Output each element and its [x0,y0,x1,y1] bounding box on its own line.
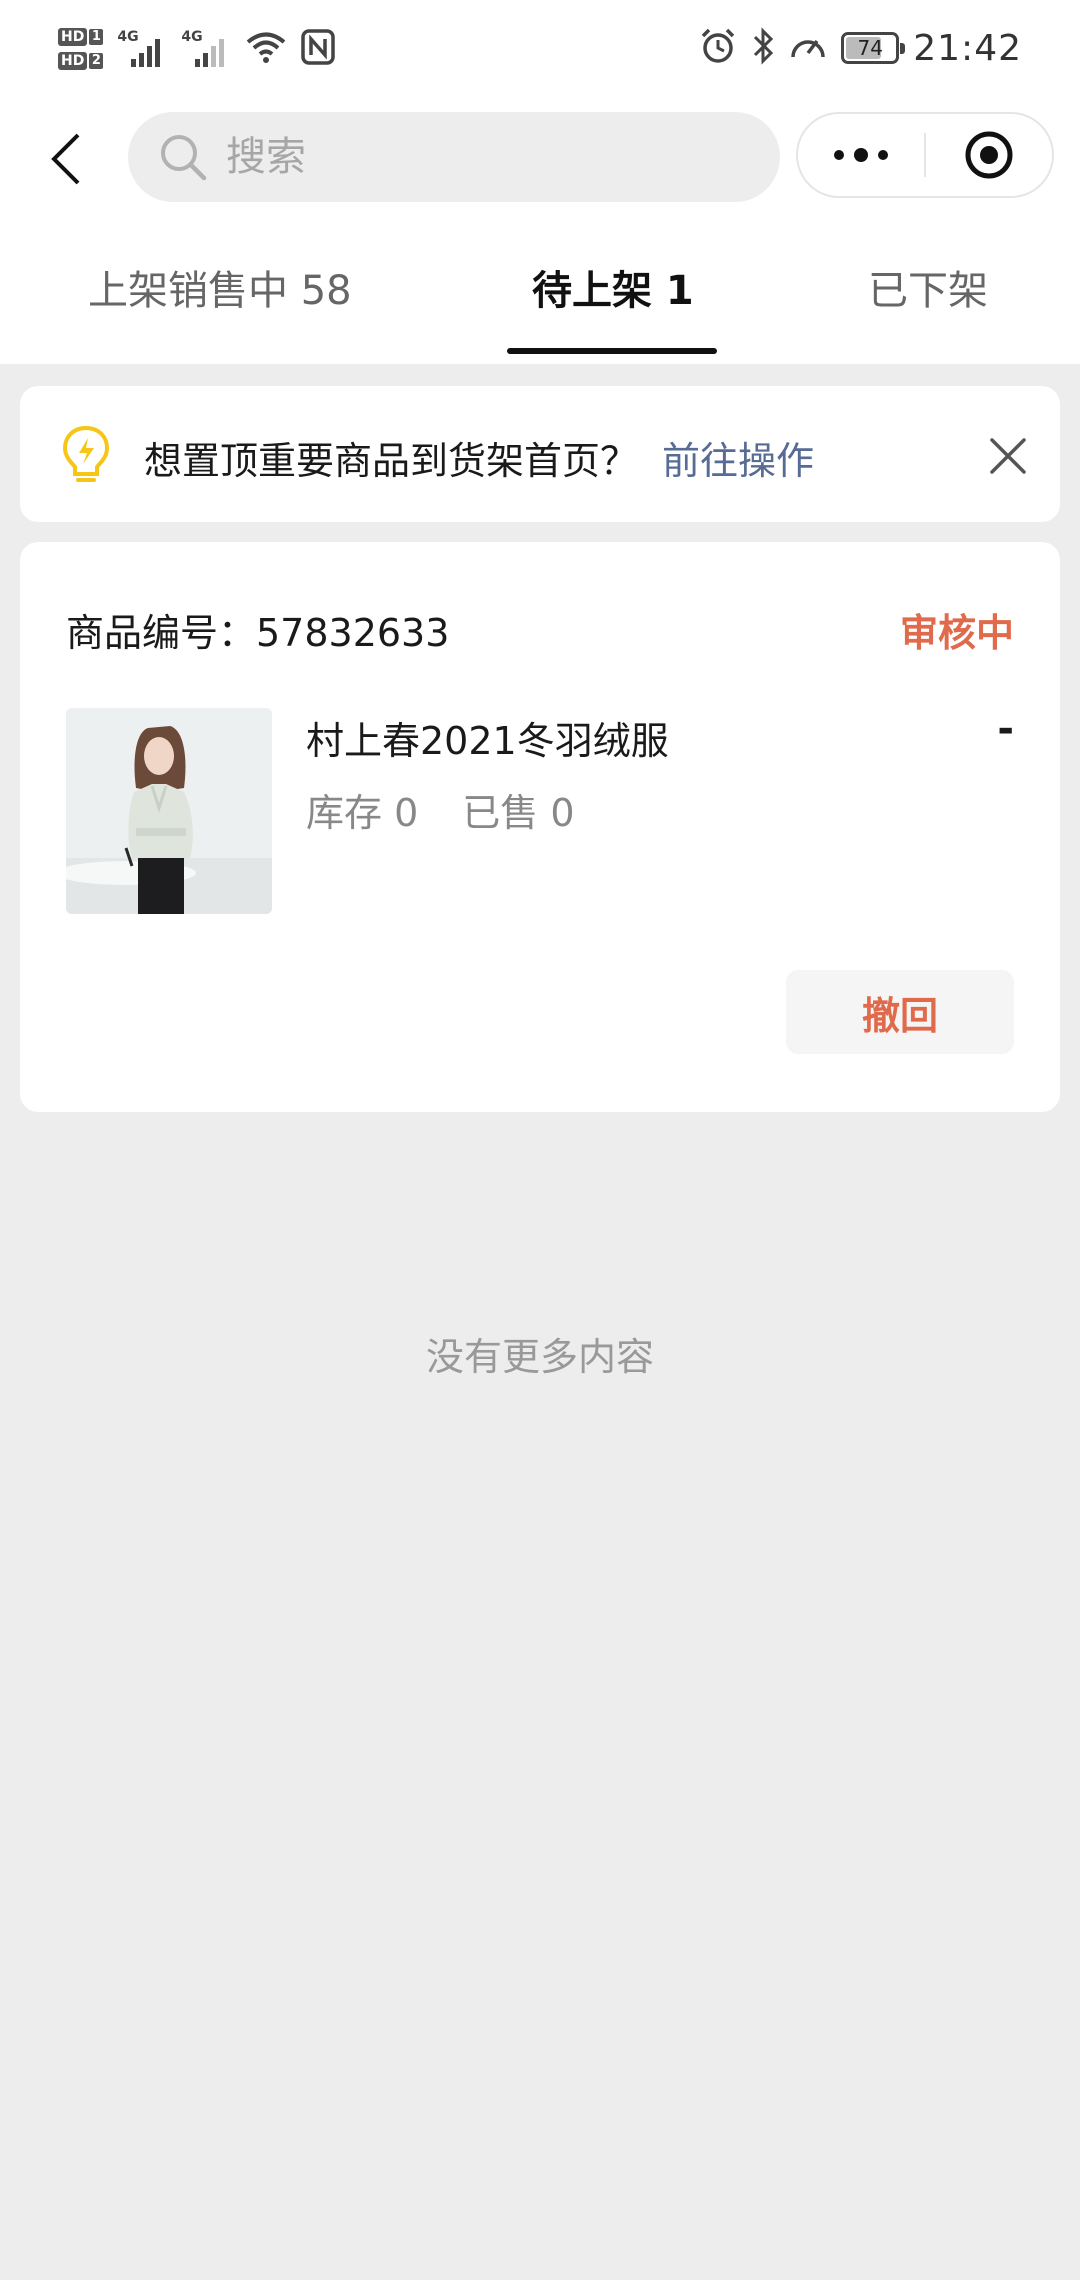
battery-icon: 74 [841,32,906,64]
alarm-icon [699,27,737,69]
product-stats: 库存 0 已售 0 [306,782,575,837]
wifi-icon [245,30,287,68]
stock-count: 库存 0 [306,791,419,835]
chevron-left-icon [51,133,80,185]
signal-icon: 4G [117,29,167,69]
withdraw-button[interactable]: 撤回 [786,970,1014,1054]
sim-number: 1 [89,29,104,45]
nfc-icon [301,29,336,69]
sim2-badge: HD 2 [58,52,104,70]
sim-indicators: HD 1 HD 2 [58,28,104,70]
target-icon [965,131,1013,179]
clock: 21:42 [913,27,1022,69]
status-bar: HD 1 HD 2 4G 4G 74 21:42 [0,0,1080,96]
hd-label: HD [58,52,88,70]
notice-text: 想置顶重要商品到货架首页？ [144,439,639,483]
no-more-content-text: 没有更多内容 [425,1335,654,1379]
bluetooth-icon [751,27,775,69]
tab-pending[interactable]: 待上架 1 [532,258,694,316]
search-bar[interactable] [128,112,780,202]
tab-bar: 上架销售中 58 待上架 1 已下架 [0,220,1080,364]
status-badge: 审核中 [899,611,1014,655]
back-button[interactable] [40,126,90,192]
search-input[interactable] [226,134,706,180]
mini-program-capsule [796,112,1054,198]
product-name[interactable]: 村上春2021冬羽绒服 [306,710,669,765]
go-operate-link[interactable]: 前往操作 [662,430,814,485]
status-right: 74 21:42 [699,20,1022,76]
more-dots-icon [834,148,888,162]
close-mini-program-button[interactable] [926,114,1052,196]
search-icon [161,135,207,181]
pin-notice-banner: 想置顶重要商品到货架首页？ 前往操作 [20,386,1060,522]
hd-label: HD [58,28,88,46]
active-tab-indicator [507,348,717,354]
battery-level: 74 [857,36,883,60]
product-id: 商品编号：57832633 [66,611,450,655]
tab-delisted[interactable]: 已下架 [868,258,988,316]
close-icon[interactable] [986,434,1030,478]
sold-count: 已售 0 [462,791,575,835]
product-photo [66,708,272,914]
status-left: HD 1 HD 2 4G 4G [58,14,336,84]
more-button[interactable] [798,114,924,196]
signal-icon: 4G [181,29,231,69]
sim1-badge: HD 1 [58,28,104,46]
sim-number: 2 [89,53,104,69]
product-card: 商品编号：57832633 审核中 村上春2021冬羽绒服 - 库存 0 已售 … [20,542,1060,1112]
product-thumbnail[interactable] [66,708,272,914]
product-price: - [997,706,1014,752]
lightbulb-icon [62,425,110,482]
tab-on-sale[interactable]: 上架销售中 58 [88,258,352,316]
nav-bar [0,96,1080,220]
speedometer-icon [789,29,827,67]
